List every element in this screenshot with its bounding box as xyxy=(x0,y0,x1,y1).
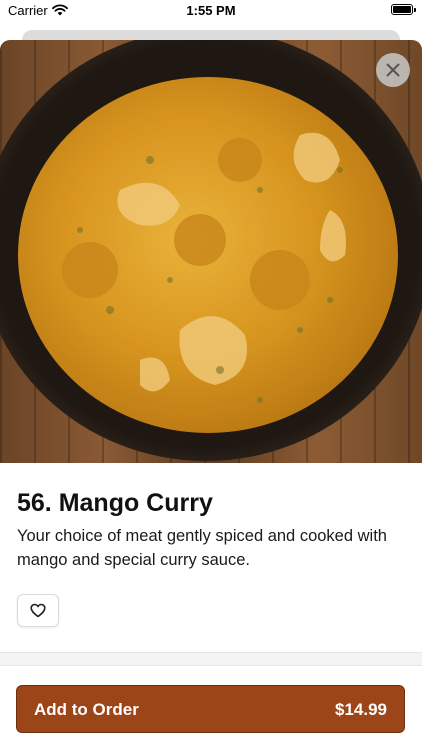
battery-icon xyxy=(391,4,416,15)
favorite-button[interactable] xyxy=(17,594,59,627)
heart-icon xyxy=(30,603,46,618)
curry-bowl-illustration xyxy=(0,40,422,461)
add-to-order-label: Add to Order xyxy=(34,700,139,719)
close-button[interactable] xyxy=(376,53,410,87)
item-title: 56. Mango Curry xyxy=(17,489,213,517)
section-divider xyxy=(0,652,422,666)
clock: 1:55 PM xyxy=(186,3,236,18)
item-description: Your choice of meat gently spiced and co… xyxy=(17,527,387,569)
dish-photo xyxy=(0,40,422,463)
status-bar: Carrier 1:55 PM xyxy=(0,0,422,22)
order-price: $14.99 xyxy=(335,700,387,719)
close-icon xyxy=(386,63,400,77)
add-to-order-button[interactable]: Add to Order $14.99 xyxy=(16,685,405,733)
